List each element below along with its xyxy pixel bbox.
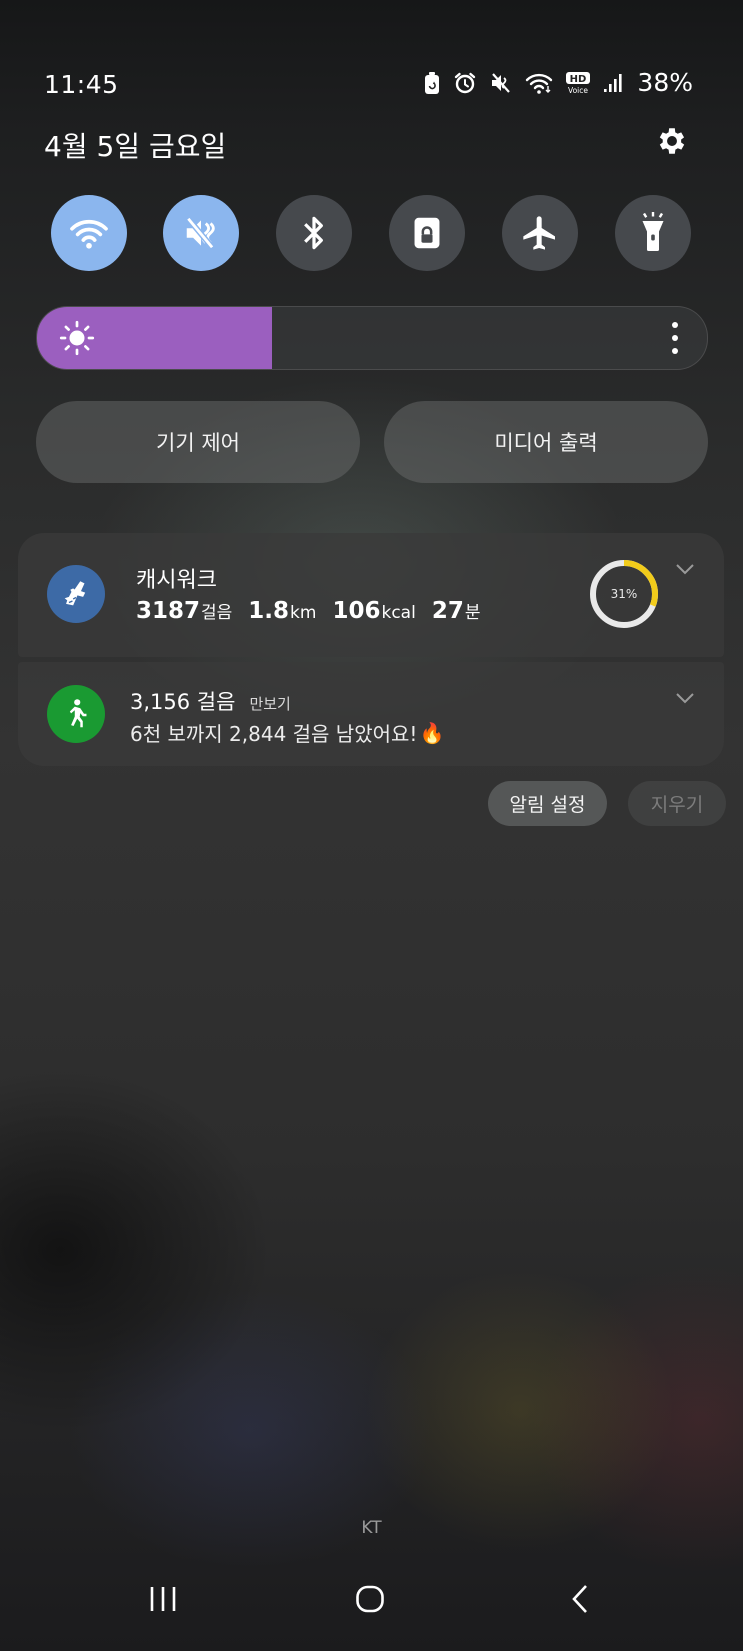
bluetooth-toggle[interactable] (276, 195, 352, 271)
expand-chevron-icon[interactable] (675, 563, 695, 575)
bluetooth-icon (304, 216, 323, 250)
wifi-toggle[interactable] (51, 195, 127, 271)
pedometer-steps: 3,156 걸음 (130, 690, 236, 714)
alarm-icon (455, 72, 476, 93)
status-icons: HD Voice 38% (423, 68, 693, 97)
cashwalk-app-icon (47, 565, 105, 623)
steps-stat: 3187 걸음 (136, 598, 233, 624)
home-icon[interactable] (355, 1584, 385, 1614)
calories-stat: 106 kcal (332, 598, 416, 624)
expand-chevron-icon[interactable] (675, 692, 695, 704)
airplane-icon (523, 216, 555, 250)
pedometer-title: 3,156 걸음 만보기 (130, 686, 291, 716)
hd-voice-icon: HD Voice (566, 71, 591, 95)
battery-percent: 38% (637, 68, 693, 97)
distance-stat: 1.8 km (248, 598, 317, 624)
pedometer-message: 6천 보까지 2,844 걸음 남았어요! 🔥 (130, 720, 445, 747)
brightness-slider[interactable] (36, 306, 708, 370)
airplane-mode-toggle[interactable] (502, 195, 578, 271)
shoe-icon (64, 581, 86, 606)
cashwalk-stats: 3187 걸음 1.8 km 106 kcal 27 분 (136, 598, 480, 624)
device-control-button[interactable]: 기기 제어 (36, 401, 360, 483)
flashlight-icon (642, 212, 664, 251)
lock-icon (414, 217, 440, 249)
more-options-icon[interactable] (671, 321, 679, 355)
back-icon[interactable] (566, 1584, 596, 1614)
minutes-stat: 27 분 (431, 598, 481, 624)
wifi-icon (70, 219, 108, 249)
progress-ring: 31% (588, 558, 660, 630)
notification-app-name: 만보기 (249, 695, 291, 713)
wifi-icon (526, 73, 553, 94)
status-time: 11:45 (44, 70, 119, 99)
recent-apps-icon[interactable] (148, 1584, 178, 1614)
carrier-label: KT (361, 1518, 382, 1538)
signal-icon (604, 73, 623, 92)
media-output-button[interactable]: 미디어 출력 (384, 401, 708, 483)
panel-date: 4월 5일 금요일 (44, 130, 227, 163)
brightness-icon (59, 320, 95, 356)
settings-button[interactable] (655, 124, 689, 158)
clear-button[interactable]: 지우기 (628, 781, 726, 826)
mute-icon (492, 72, 511, 93)
battery-saver-icon (425, 71, 440, 94)
gear-icon (659, 128, 685, 154)
svg-text:HD: HD (570, 74, 587, 85)
walking-person-icon (69, 699, 87, 728)
fire-emoji: 🔥 (419, 720, 445, 745)
notification-pedometer[interactable] (18, 662, 724, 766)
mute-icon (186, 216, 215, 250)
flashlight-toggle[interactable] (615, 195, 691, 271)
notification-settings-button[interactable]: 알림 설정 (488, 781, 607, 826)
progress-label: 31% (610, 587, 638, 601)
rotation-lock-toggle[interactable] (389, 195, 465, 271)
svg-text:Voice: Voice (568, 86, 588, 95)
notification-app-name: 캐시워크 (136, 568, 217, 593)
sound-mode-toggle[interactable] (163, 195, 239, 271)
pedometer-app-icon (47, 685, 105, 743)
